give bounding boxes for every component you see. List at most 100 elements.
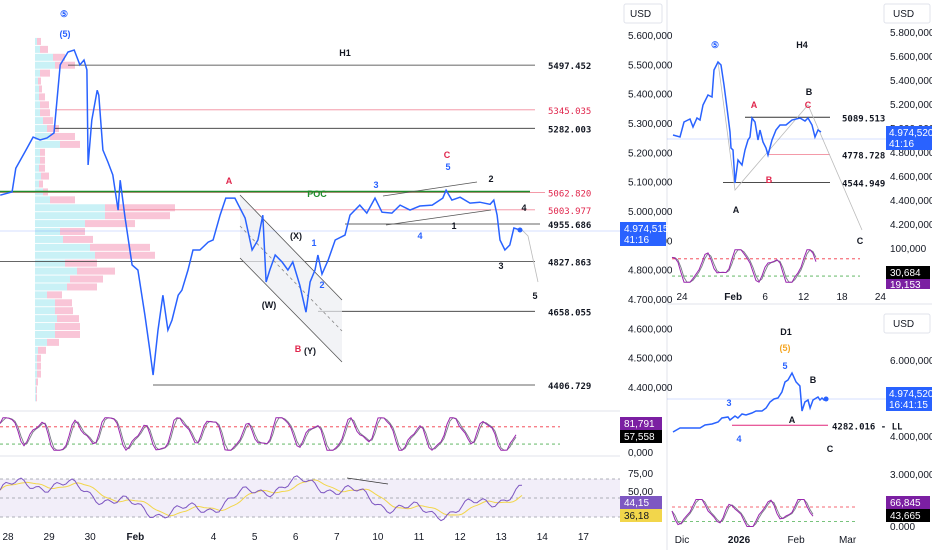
d1-time-axis[interactable]: Dic 2026 Feb Mar	[675, 535, 857, 546]
volume-profile-down-bar	[63, 235, 93, 243]
volume-profile-up-bar	[35, 251, 95, 259]
time-axis-label: 7	[334, 532, 340, 543]
rsi-75-label: 75,00	[628, 469, 653, 480]
h4-time-axis-label: 12	[798, 292, 810, 303]
d1-wave-C: C	[827, 444, 834, 454]
stochastic-pane[interactable]	[0, 417, 560, 452]
price-axis-label: 5.100,000	[628, 178, 673, 189]
volume-profile-down-bar	[40, 156, 45, 164]
h4-wave-circled-5: ⑤	[711, 40, 719, 50]
wave-3: 3	[373, 180, 378, 190]
main-time-axis[interactable]: 28 29 30 Feb 4 5 6 7 10 11 12 13 14 17	[2, 532, 589, 543]
volume-profile-up-bar	[35, 394, 36, 402]
h4-stochastic-pane[interactable]	[671, 249, 860, 283]
d1-time-axis-label: Mar	[839, 535, 857, 546]
h4-time-axis-label: 24	[875, 292, 887, 303]
wedge-lower[interactable]	[385, 209, 492, 226]
rsi-pane[interactable]	[0, 475, 620, 522]
volume-profile-down-bar	[47, 291, 62, 299]
h4-price-tag-value: 4.974,520	[889, 128, 932, 139]
h4-time-axis[interactable]: 24 Feb 6 12 18 24	[676, 292, 886, 303]
wave-A: A	[226, 176, 233, 186]
h4-price-axis-label: 5.400,000	[890, 76, 932, 87]
volume-profile-up-bar	[35, 53, 53, 61]
d1-last-price-dot	[823, 396, 829, 402]
d1-wave-4: 4	[736, 434, 741, 444]
volume-profile-up-bar	[35, 235, 63, 243]
time-axis-label: 4	[211, 532, 217, 543]
volume-profile-up-bar	[35, 386, 36, 394]
time-axis-label: 6	[293, 532, 299, 543]
d1-time-axis-label: Feb	[787, 535, 805, 546]
h4-time-axis-label: 18	[836, 292, 848, 303]
trading-charts[interactable]: 5497.452 5345.035 5282.003 5062.820 5003.977…	[0, 0, 932, 550]
time-axis-label: 12	[455, 532, 467, 543]
wedge-upper[interactable]	[382, 181, 478, 197]
h4-price-axis-label: 5.200,000	[890, 100, 932, 111]
rsi-value: 44,15	[624, 498, 649, 509]
main-price-axis[interactable]: 5.600,000 5.500,000 5.400,000 5.300,000 5.20…	[628, 31, 673, 394]
volume-profile-down-bar	[55, 323, 80, 331]
price-axis-label: 5.000,000	[628, 207, 673, 218]
d1-time-axis-label: 2026	[728, 535, 751, 546]
volume-profile-down-bar	[37, 37, 41, 45]
volume-profile-up-bar	[35, 330, 55, 338]
price-axis-label: 5.400,000	[628, 90, 673, 101]
h4-wave-C: C	[857, 236, 864, 246]
correction-channel[interactable]	[239, 194, 343, 363]
volume-profile-down-bar	[39, 164, 45, 172]
d1-price-axis-label: 4.000,000	[890, 432, 932, 443]
wave-2-blue: 2	[319, 280, 324, 290]
volume-profile-up-bar	[35, 370, 37, 378]
volume-profile-down-bar	[36, 394, 37, 402]
volume-profile-down-bar	[67, 283, 97, 291]
volume-profile-up-bar	[35, 172, 41, 180]
volume-profile-down-bar	[40, 148, 45, 156]
volume-profile-up-bar	[35, 323, 55, 331]
volume-profile-down-bar	[39, 85, 42, 93]
wave-X: (X)	[290, 231, 302, 241]
level-label: 5345.035	[548, 107, 591, 117]
d1-wave-paren-5: (5)	[780, 343, 791, 353]
d1-wave-A: A	[789, 415, 796, 425]
h4-wave-path[interactable]	[717, 61, 863, 231]
volume-profile-down-bar	[55, 330, 80, 338]
wave-1-blue: 1	[311, 238, 316, 248]
volume-profile-up-bar	[35, 291, 47, 299]
price-axis-label: 5.600,000	[628, 31, 673, 42]
d1-currency-label: USD	[893, 319, 914, 330]
volume-profile-up-bar	[35, 156, 40, 164]
volume-profile-up-bar	[35, 180, 39, 188]
d1-wave-3: 3	[726, 398, 731, 408]
d1-price-axis[interactable]: 6.000,000 4.000,000 3.000,000	[890, 356, 932, 481]
volume-profile-up-bar	[35, 148, 40, 156]
h4-projection[interactable]	[717, 61, 863, 231]
h4-currency-label: USD	[893, 9, 914, 20]
volume-profile-up-bar	[35, 77, 38, 85]
volume-profile-up-bar	[35, 267, 77, 275]
d1-stochastic-pane[interactable]	[671, 499, 855, 527]
volume-profile-up-bar	[35, 362, 37, 370]
volume-profile-down-bar	[40, 109, 50, 117]
volume-profile-up-bar	[35, 346, 38, 354]
price-tag-countdown: 41:16	[624, 235, 649, 246]
d1-stoch-k-value: 66,845	[890, 498, 921, 509]
h4-wave-B-red: B	[766, 175, 773, 185]
volume-profile-up-bar	[35, 243, 90, 251]
volume-profile-down-bar	[38, 77, 41, 85]
h4-price-line	[672, 60, 822, 184]
wave-B: B	[295, 344, 302, 354]
price-axis-label: 5.500,000	[628, 60, 673, 71]
time-axis-label: 28	[2, 532, 14, 543]
level-label: 4827.863	[548, 258, 591, 268]
wave-C: C	[444, 150, 451, 160]
h4-wave-C-red: C	[805, 100, 812, 110]
volume-profile-up-bar	[35, 354, 37, 362]
d1-time-axis-label: Dic	[675, 535, 689, 546]
projection-line[interactable]	[519, 227, 539, 283]
volume-profile-down-bar	[41, 172, 49, 180]
d1-stoch-zero-label: 0.000	[890, 522, 915, 533]
volume-profile-up-bar	[35, 283, 67, 291]
h4-level-label: 5089.513	[842, 114, 885, 124]
price-tag-value: 4.974,515	[624, 224, 669, 235]
